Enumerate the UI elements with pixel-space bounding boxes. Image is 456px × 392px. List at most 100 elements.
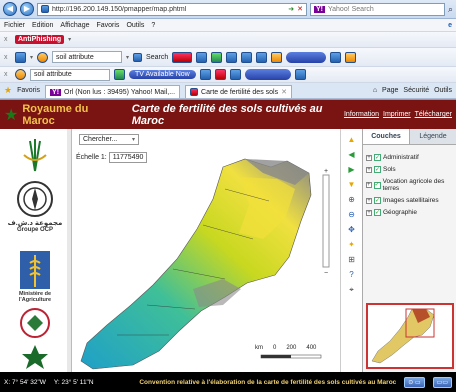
page-menu[interactable]: Page bbox=[382, 87, 398, 94]
favorites-star-icon[interactable]: ★ bbox=[4, 85, 12, 96]
svg-text:−: − bbox=[324, 270, 328, 277]
tool-icon[interactable] bbox=[294, 69, 306, 80]
download-link[interactable]: Télécharger bbox=[415, 111, 452, 118]
pan-left-icon[interactable]: ◀ bbox=[345, 148, 359, 161]
tool-icon[interactable] bbox=[196, 51, 208, 63]
tool-icon[interactable] bbox=[330, 51, 342, 63]
checkbox-icon[interactable]: ✓ bbox=[374, 166, 381, 173]
morocco-star-icon: ★ bbox=[4, 106, 19, 124]
layer-item[interactable]: + ✓ Vocation agricole des terres bbox=[363, 175, 456, 194]
antiphishing-button[interactable]: AntiPhishing bbox=[15, 35, 65, 44]
menu-edition[interactable]: Edition bbox=[32, 22, 53, 29]
close-toolbar-icon[interactable]: x bbox=[4, 36, 11, 43]
checkbox-icon[interactable]: ✓ bbox=[373, 181, 381, 189]
pan-icon[interactable]: ✥ bbox=[345, 223, 359, 236]
close-tab-icon[interactable]: ✕ bbox=[281, 88, 287, 96]
expand-icon[interactable]: + bbox=[366, 182, 372, 188]
home-icon[interactable]: ⌂ bbox=[373, 87, 377, 94]
pan-up-icon[interactable]: ▲ bbox=[345, 133, 359, 146]
tool-icon[interactable] bbox=[211, 51, 223, 63]
tab-couches[interactable]: Couches bbox=[363, 129, 410, 144]
expand-icon[interactable]: + bbox=[366, 197, 372, 204]
expand-icon[interactable]: + bbox=[366, 166, 372, 173]
toolbar-logo-icon[interactable] bbox=[15, 51, 26, 63]
zoom-in-icon[interactable]: ⊕ bbox=[345, 193, 359, 206]
tab-label: Carte de fertilité des sols bbox=[201, 88, 279, 96]
checkbox-icon[interactable]: ✓ bbox=[374, 209, 381, 216]
tool-icon[interactable] bbox=[271, 51, 283, 63]
close-icon[interactable]: ✕ bbox=[297, 5, 303, 13]
pan-down-icon[interactable]: ▼ bbox=[345, 178, 359, 191]
search-button[interactable]: Search bbox=[146, 54, 168, 61]
sheaf-icon bbox=[23, 139, 47, 172]
tab-soil-map[interactable]: Carte de fertilité des sols ✕ bbox=[185, 84, 292, 98]
overview-map[interactable] bbox=[366, 303, 454, 369]
print-link[interactable]: Imprimer bbox=[383, 111, 411, 118]
tool-icon[interactable] bbox=[229, 69, 241, 80]
scalebar-unit: km bbox=[255, 345, 263, 351]
tv-button[interactable]: TV Available Now bbox=[129, 70, 196, 79]
information-link[interactable]: Information bbox=[344, 111, 379, 118]
app-header: ★ Royaume du Maroc Carte de fertilité de… bbox=[0, 100, 456, 129]
sidebar-scrollbar[interactable] bbox=[67, 129, 71, 373]
zoom-out-icon[interactable]: ⊖ bbox=[345, 208, 359, 221]
toolbar-search-input[interactable]: soil attribute bbox=[52, 51, 123, 63]
ocp-emblem-icon bbox=[17, 181, 53, 217]
chevron-down-icon[interactable]: ▾ bbox=[30, 54, 33, 61]
go-icon[interactable]: ➜ bbox=[288, 5, 294, 13]
select-icon[interactable]: ⌖ bbox=[345, 283, 359, 296]
checkbox-icon[interactable]: ✓ bbox=[374, 154, 381, 161]
favorites-button[interactable]: Favoris bbox=[17, 87, 40, 94]
tab-label: Orl (Non lus : 39495) Yahoo! Mail,... bbox=[64, 88, 176, 96]
expand-icon[interactable]: + bbox=[366, 154, 372, 161]
tool-icon[interactable] bbox=[256, 51, 268, 63]
layer-item[interactable]: + ✓ Géographie bbox=[363, 206, 456, 218]
back-icon[interactable]: ◀ bbox=[3, 2, 17, 16]
status-button[interactable]: ⊙ ▭ bbox=[404, 376, 425, 388]
tab-legende[interactable]: Légende bbox=[410, 129, 456, 144]
tool-icon[interactable] bbox=[345, 51, 357, 63]
tool-icon[interactable] bbox=[214, 69, 226, 80]
search-icon[interactable]: ⌕ bbox=[448, 4, 453, 15]
tool-icon[interactable] bbox=[226, 51, 238, 63]
address-field[interactable]: http://196.200.149.150/pmapper/map.phtml… bbox=[37, 2, 307, 16]
toolbar-pill-button[interactable] bbox=[286, 51, 327, 63]
search-icon[interactable] bbox=[133, 52, 143, 62]
tool-icon[interactable] bbox=[199, 69, 211, 80]
measure-icon[interactable]: ⊞ bbox=[345, 253, 359, 266]
menu-outils[interactable]: Outils bbox=[126, 22, 144, 29]
identify-icon[interactable]: ✦ bbox=[345, 238, 359, 251]
tool-icon[interactable] bbox=[241, 51, 253, 63]
toolbar-pill-button[interactable] bbox=[244, 69, 291, 80]
status-button[interactable]: ▭▭ bbox=[432, 376, 452, 388]
search-field[interactable]: Y! Yahoo! Search bbox=[310, 2, 445, 16]
expand-icon[interactable]: + bbox=[366, 209, 372, 216]
profile-icon[interactable] bbox=[37, 51, 49, 63]
layer-item[interactable]: + ✓ Administratif bbox=[363, 151, 456, 163]
toolbar2-search-input[interactable]: soil attribute bbox=[30, 68, 110, 81]
menu-favoris[interactable]: Favoris bbox=[96, 22, 119, 29]
layer-item[interactable]: + ✓ Sols bbox=[363, 163, 456, 175]
menu-help[interactable]: ? bbox=[151, 22, 155, 29]
close-toolbar-icon[interactable]: x bbox=[4, 54, 11, 61]
tools-menu[interactable]: Outils bbox=[434, 87, 452, 94]
toolbar-logo-icon[interactable] bbox=[15, 69, 26, 80]
query-icon[interactable]: ? bbox=[345, 268, 359, 281]
convention-text: Convention relative à l'élaboration de l… bbox=[139, 378, 397, 386]
chevron-down-icon[interactable]: ▾ bbox=[68, 36, 71, 43]
news-icon[interactable] bbox=[172, 51, 193, 63]
chevron-down-icon[interactable]: ▾ bbox=[126, 54, 129, 61]
zoom-slider[interactable]: + − bbox=[322, 168, 330, 277]
tab-yahoo-mail[interactable]: Y! Orl (Non lus : 39495) Yahoo! Mail,... bbox=[45, 84, 181, 98]
ie-icon[interactable]: e bbox=[448, 22, 452, 29]
forward-icon[interactable]: ▶ bbox=[20, 2, 34, 16]
layer-item[interactable]: + ✓ Images satellitaires bbox=[363, 194, 456, 206]
go-icon[interactable] bbox=[114, 69, 125, 80]
checkbox-icon[interactable]: ✓ bbox=[374, 197, 381, 204]
pan-right-icon[interactable]: ▶ bbox=[345, 163, 359, 176]
menu-fichier[interactable]: Fichier bbox=[4, 22, 25, 29]
map-viewport[interactable]: Chercher... ▾ Échelle 1: 11775490 + − km… bbox=[73, 129, 355, 373]
close-toolbar-icon[interactable]: x bbox=[4, 71, 11, 78]
security-menu[interactable]: Sécurité bbox=[403, 87, 429, 94]
menu-affichage[interactable]: Affichage bbox=[60, 22, 89, 29]
